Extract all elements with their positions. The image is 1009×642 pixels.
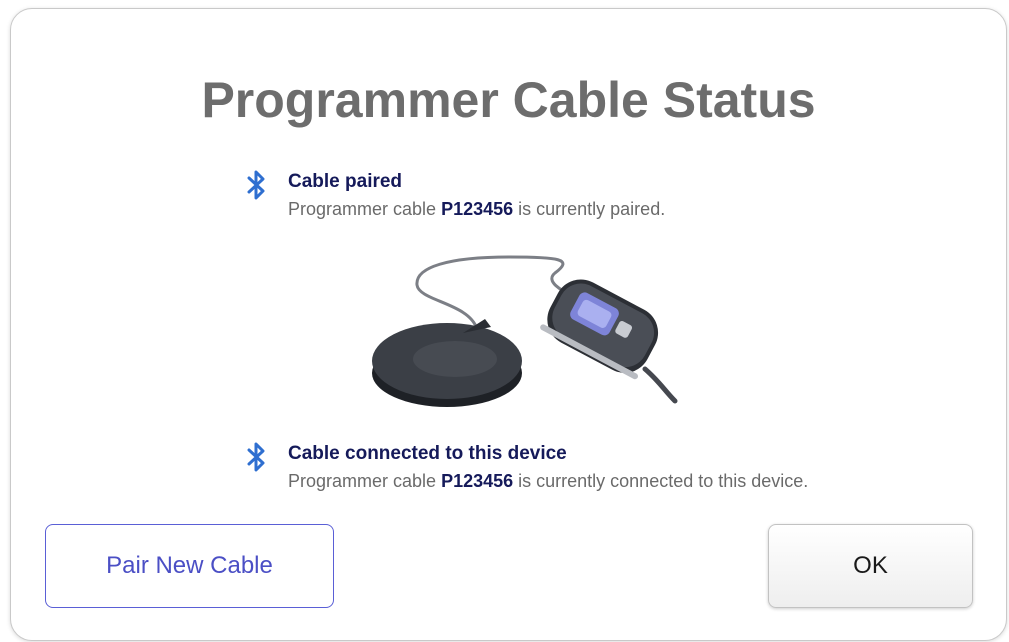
status-heading: Cable paired bbox=[288, 171, 403, 192]
cable-serial: P123456 bbox=[441, 199, 514, 219]
bluetooth-icon bbox=[247, 170, 265, 200]
status-description: Programmer cable P123456 is currently pa… bbox=[288, 199, 666, 219]
bluetooth-icon bbox=[247, 442, 265, 472]
programmer-cable-image bbox=[372, 255, 678, 407]
pair-new-cable-button[interactable]: Pair New Cable bbox=[45, 524, 334, 608]
cable-serial: P123456 bbox=[441, 471, 514, 491]
status-heading: Cable connected to this device bbox=[288, 443, 567, 464]
dialog-title: Programmer Cable Status bbox=[201, 72, 816, 128]
ok-button[interactable]: OK bbox=[768, 524, 973, 608]
status-description: Programmer cable P123456 is currently co… bbox=[288, 471, 809, 491]
